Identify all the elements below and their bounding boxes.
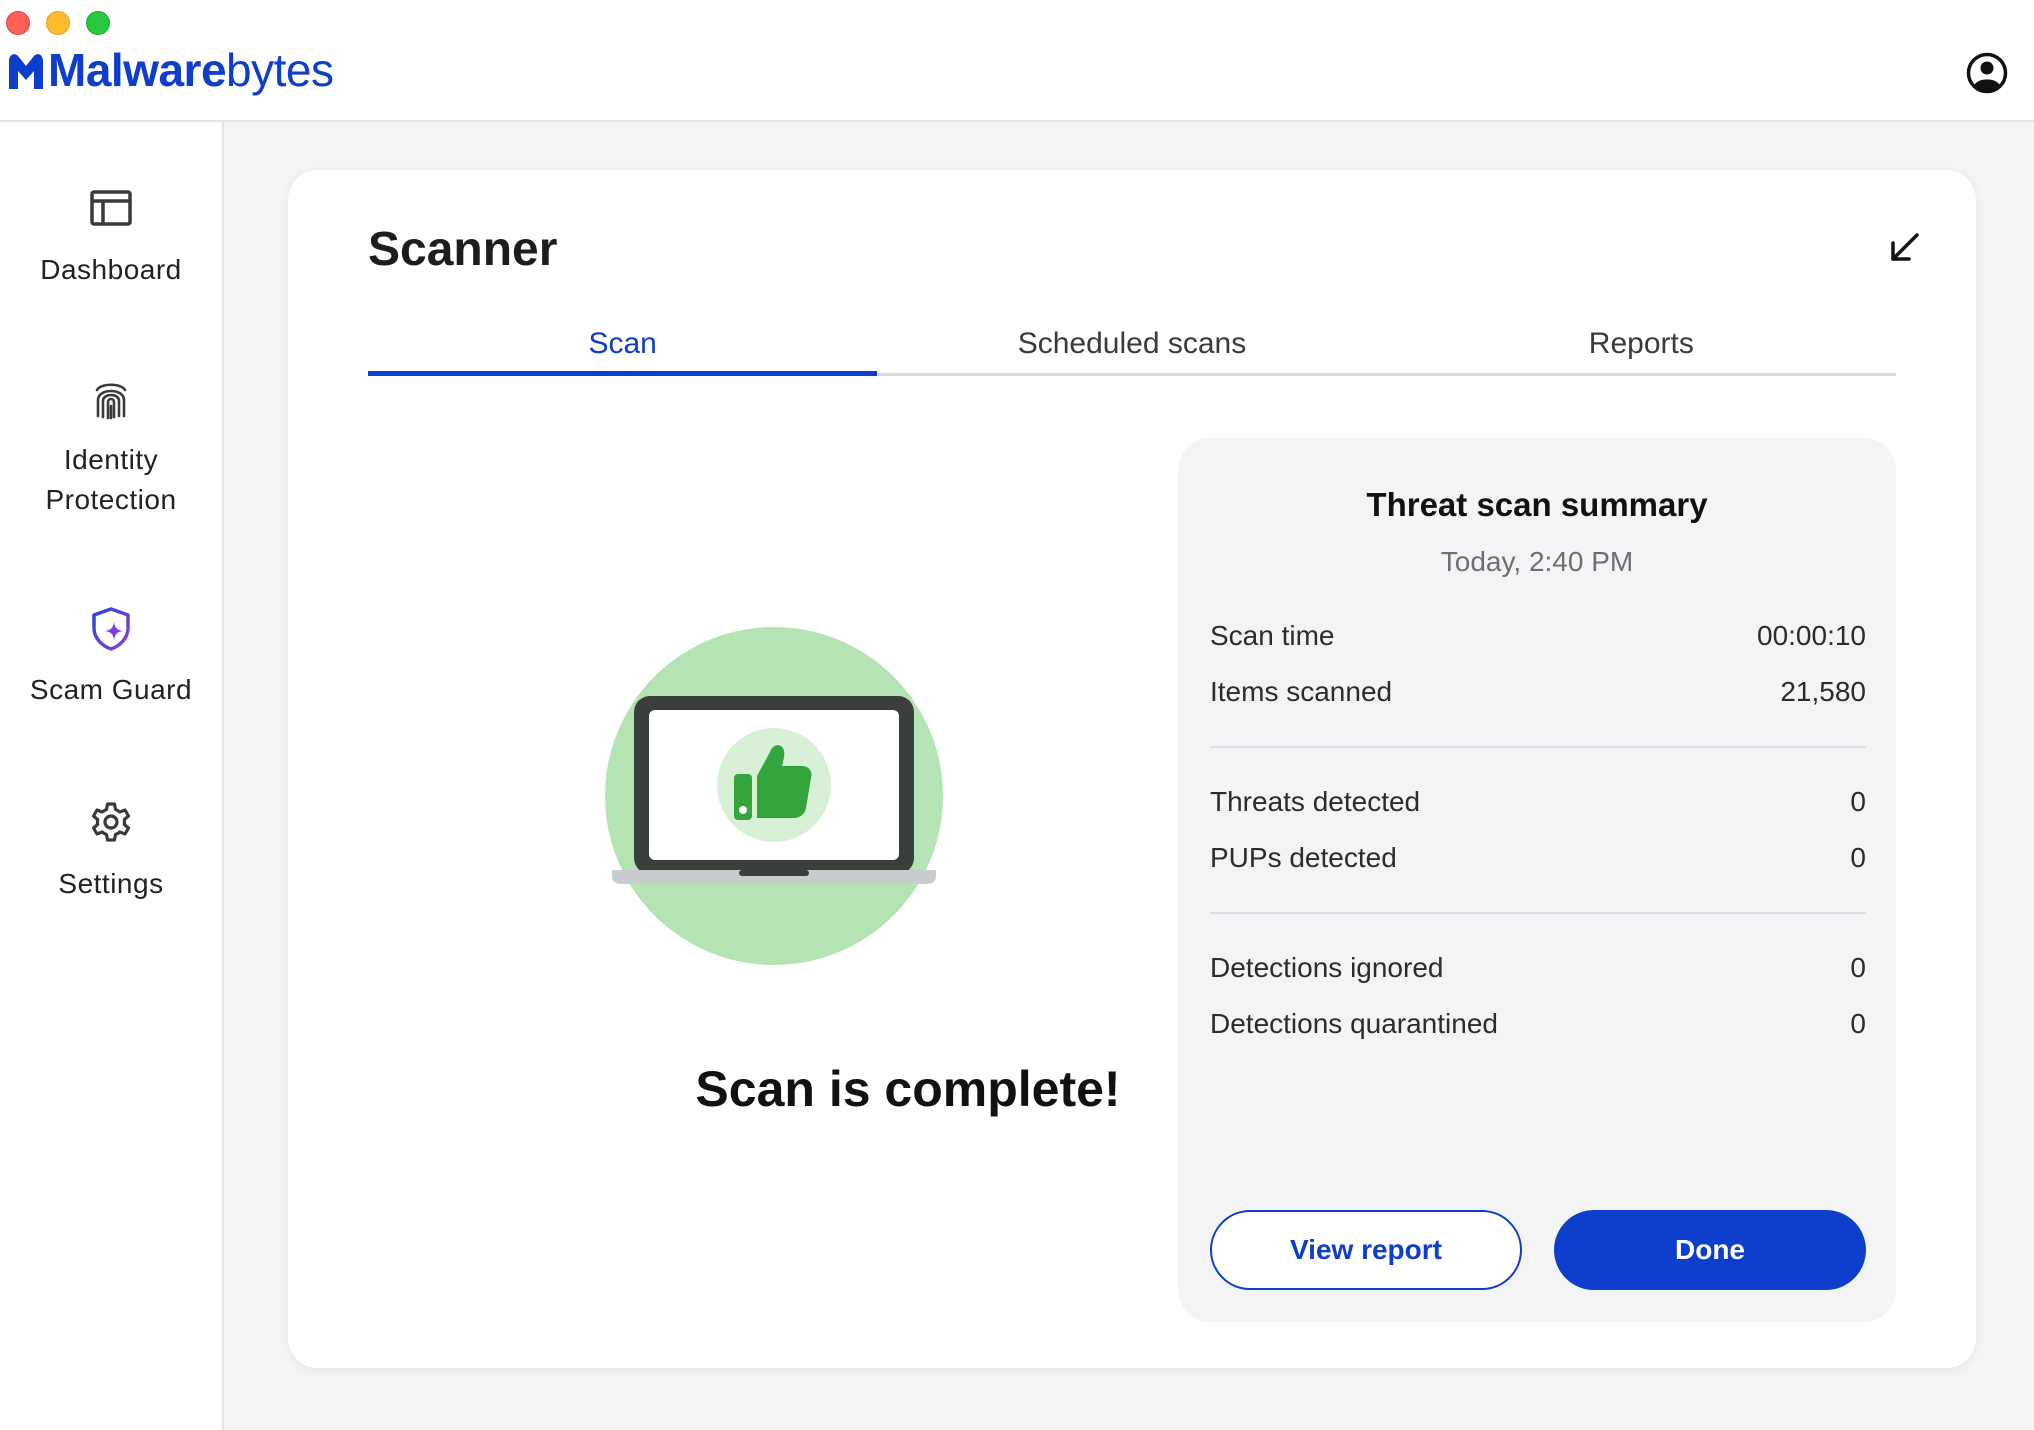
shield-sparkle-icon xyxy=(92,607,130,651)
summary-divider xyxy=(1210,746,1866,748)
main-area: Scanner Scan Scheduled scans Reports Sca… xyxy=(224,122,2034,1430)
maximize-window-button[interactable] xyxy=(86,11,110,35)
scan-complete-illustration xyxy=(605,627,943,965)
sidebar-item-scam-guard[interactable]: Scam Guard xyxy=(0,606,222,710)
view-report-button[interactable]: View report xyxy=(1210,1210,1522,1290)
window-controls xyxy=(6,11,110,35)
summary-row-items-scanned: Items scanned 21,580 xyxy=(1210,664,1866,720)
summary-rows: Scan time 00:00:10 Items scanned 21,580 … xyxy=(1210,608,1866,1052)
summary-row-detections-ignored: Detections ignored 0 xyxy=(1210,940,1866,996)
tab-reports[interactable]: Reports xyxy=(1387,322,1896,373)
scanner-card: Scanner Scan Scheduled scans Reports Sca… xyxy=(288,170,1976,1368)
summary-row-threats-detected: Threats detected 0 xyxy=(1210,774,1866,830)
summary-row-pups-detected: PUPs detected 0 xyxy=(1210,830,1866,886)
row-label: Items scanned xyxy=(1210,676,1393,707)
row-value: 0 xyxy=(1850,1008,1866,1039)
malwarebytes-logo: Malwarebytes xyxy=(6,44,334,96)
row-value: 0 xyxy=(1850,786,1866,817)
malwarebytes-m-icon xyxy=(9,54,43,89)
page-title: Scanner xyxy=(368,223,558,276)
minimize-window-button[interactable] xyxy=(46,11,70,35)
sidebar-item-dashboard[interactable]: Dashboard xyxy=(0,186,222,290)
summary-row-scan-time: Scan time 00:00:10 xyxy=(1210,608,1866,664)
sidebar-item-settings[interactable]: Settings xyxy=(0,800,222,904)
dashboard-icon xyxy=(90,190,132,226)
title-bar: Malwarebytes xyxy=(0,0,2034,122)
done-button[interactable]: Done xyxy=(1554,1210,1866,1290)
summary-date: Today, 2:40 PM xyxy=(1440,546,1634,577)
summary-divider xyxy=(1210,912,1866,914)
scanner-tabs: Scan Scheduled scans Reports xyxy=(368,322,1896,376)
gear-icon xyxy=(91,802,131,842)
account-icon[interactable] xyxy=(1966,52,2008,94)
tab-scheduled-scans[interactable]: Scheduled scans xyxy=(877,322,1386,373)
row-label: PUPs detected xyxy=(1210,842,1397,873)
logo-text-regular: bytes xyxy=(226,44,334,96)
fingerprint-icon xyxy=(95,383,127,420)
close-window-button[interactable] xyxy=(6,11,30,35)
row-value: 0 xyxy=(1850,952,1866,983)
summary-title: Threat scan summary xyxy=(1366,486,1708,523)
sidebar: Dashboard Identity Protection Scam Guard… xyxy=(0,122,224,1430)
logo-text-bold: Malware xyxy=(48,44,227,96)
row-value: 00:00:10 xyxy=(1757,620,1866,651)
sidebar-item-label: Identity Protection xyxy=(45,444,177,515)
collapse-arrow-icon[interactable] xyxy=(1884,228,1924,268)
threat-scan-summary: Threat scan summary Today, 2:40 PM Scan … xyxy=(1178,438,1896,1322)
row-label: Detections ignored xyxy=(1210,952,1444,983)
sidebar-item-label: Scam Guard xyxy=(29,674,193,705)
row-value: 21,580 xyxy=(1780,676,1866,707)
row-label: Scan time xyxy=(1210,620,1335,651)
sidebar-item-label: Dashboard xyxy=(40,254,182,285)
tab-scan[interactable]: Scan xyxy=(368,322,878,376)
row-label: Threats detected xyxy=(1210,786,1421,817)
summary-row-detections-quarantined: Detections quarantined 0 xyxy=(1210,996,1866,1052)
sidebar-item-identity-protection[interactable]: Identity Protection xyxy=(0,376,222,520)
row-value: 0 xyxy=(1850,842,1866,873)
row-label: Detections quarantined xyxy=(1210,1008,1498,1039)
sidebar-item-label: Settings xyxy=(58,868,164,899)
